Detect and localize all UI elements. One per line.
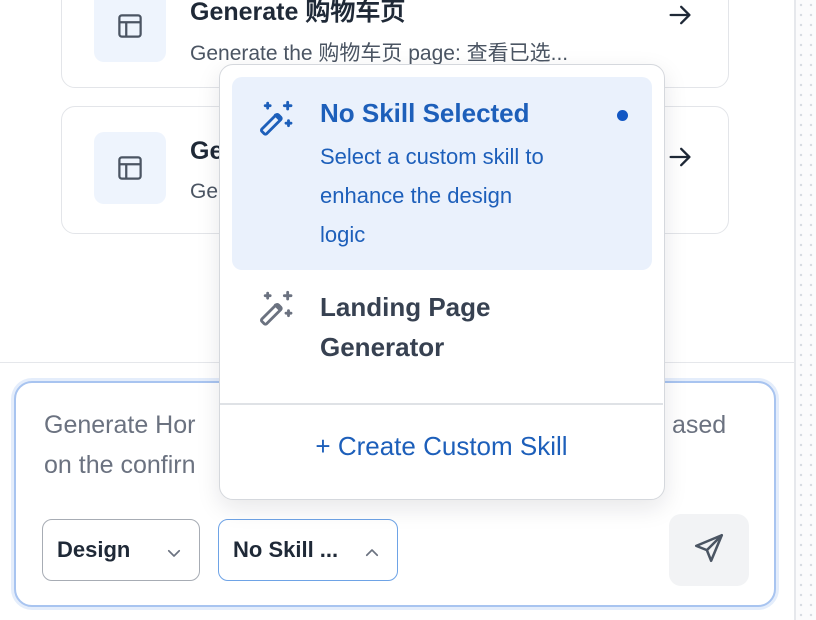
prompt-text-line1: Generate Hor <box>44 411 196 439</box>
selected-indicator <box>617 110 628 121</box>
title-line: Generator <box>320 332 445 362</box>
design-mode-select[interactable]: Design <box>42 519 200 581</box>
chevron-down-icon <box>165 542 183 568</box>
skill-select[interactable]: No Skill ... <box>218 519 398 581</box>
create-custom-skill-button[interactable]: + Create Custom Skill <box>220 431 663 462</box>
card-subtitle: Ge <box>190 180 219 203</box>
app-stage: Generate 购物车页 Generate the 购物车页 page: 查看… <box>0 0 816 620</box>
magic-wand-icon <box>256 99 296 144</box>
skill-option-none[interactable]: No Skill Selected Select a custom skill … <box>232 77 652 270</box>
skill-select-label: No Skill ... <box>233 537 339 562</box>
send-button[interactable] <box>669 514 749 586</box>
description-line: enhance the design <box>320 183 513 208</box>
prompt-text-line1-tail: ased <box>672 411 727 439</box>
skill-option-landing-page[interactable]: Landing Page Generator <box>232 275 652 385</box>
description-line: logic <box>320 222 366 247</box>
arrow-right-icon[interactable] <box>666 143 694 176</box>
menu-divider <box>220 403 663 405</box>
chevron-up-icon <box>363 542 381 568</box>
design-mode-label: Design <box>57 537 131 562</box>
skill-option-title: Landing Page Generator <box>320 287 490 367</box>
skill-option-title: No Skill Selected <box>320 98 530 128</box>
description-line: Select a custom skill to <box>320 144 544 169</box>
arrow-right-icon[interactable] <box>666 1 694 34</box>
card-subtitle: Generate the 购物车页 page: 查看已选... <box>190 42 569 65</box>
prompt-text-line2: on the confirn <box>44 451 196 479</box>
title-line: Landing Page <box>320 292 491 322</box>
send-icon <box>692 531 726 570</box>
layout-icon <box>94 0 166 62</box>
skill-dropdown-menu: No Skill Selected Select a custom skill … <box>219 64 665 500</box>
magic-wand-icon <box>256 289 296 334</box>
canvas-dot-grid <box>796 0 816 620</box>
layout-icon <box>94 132 166 204</box>
card-title: Generate 购物车页 <box>190 0 406 26</box>
skill-option-description: Select a custom skill to enhance the des… <box>320 137 610 254</box>
